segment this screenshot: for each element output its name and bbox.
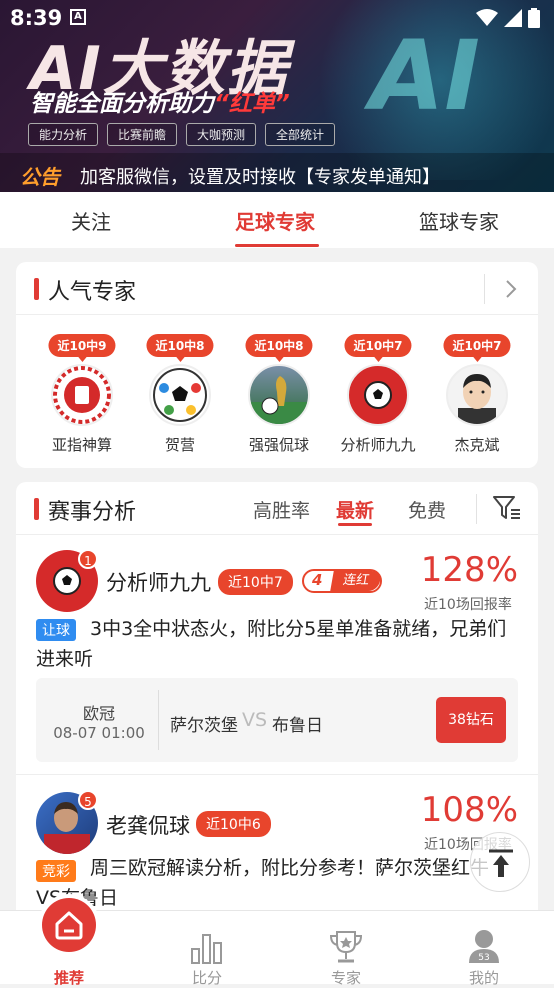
avatar (248, 364, 310, 426)
record-pill: 近10中7 (218, 569, 293, 595)
chevron-right-icon[interactable] (504, 278, 518, 300)
back-to-top-button[interactable] (470, 832, 530, 892)
status-icons (476, 8, 540, 28)
return-rate: 128% (420, 550, 518, 590)
battery-icon (528, 8, 540, 28)
popular-experts-title: 人气专家 (48, 280, 137, 305)
notice-text: 加客服微信，设置及时接收【专家发单通知】 (80, 167, 440, 188)
vs-label: VS (242, 709, 268, 731)
divider (16, 774, 538, 775)
away-team: 布鲁日 (272, 716, 323, 736)
man-portrait-icon (458, 374, 496, 424)
nav-label: 推荐 (53, 969, 84, 987)
tab-latest[interactable]: 最新 (336, 496, 374, 523)
popular-experts-card: 人气专家 近10中9 亚指神算 近10中8 贺营 近10中8 强强侃球 近10中… (16, 262, 538, 468)
home-icon (55, 911, 83, 940)
expert-record-badge: 近10中9 (48, 334, 116, 362)
divider (16, 314, 538, 315)
post-description: 3中3全中状态火，附比分5星单准备就绪，兄弟们进来听 (36, 618, 507, 670)
streak-badge: 4 连红 (302, 569, 382, 593)
notice-bar[interactable]: 公告 加客服微信，设置及时接收【专家发单通知】 (0, 153, 554, 192)
fu-seal-icon (53, 366, 111, 424)
active-tab-indicator (235, 244, 319, 247)
tab-high-win-rate[interactable]: 高胜率 (253, 496, 310, 523)
section-marker (34, 498, 39, 520)
world-cup-trophy-icon (250, 376, 308, 424)
nav-label: 专家 (330, 969, 361, 987)
banner-chip: 比赛前瞻 (107, 123, 178, 146)
divider (16, 534, 538, 535)
streak-count: 4 (312, 571, 323, 589)
league-name: 欧冠 (82, 704, 115, 723)
match-time: 08-07 01:00 (53, 724, 145, 742)
expert-name: 分析师九九 (106, 571, 211, 595)
home-team: 萨尔茨堡 (170, 716, 238, 736)
avatar (51, 364, 113, 426)
arrow-up-icon (489, 849, 513, 877)
expert-name: 强强侃球 (248, 436, 309, 454)
user-level-badge: 53 (478, 953, 490, 963)
expert-record-badge: 近10中8 (245, 334, 313, 362)
nav-label: 我的 (468, 969, 499, 987)
notice-tag: 公告 (20, 165, 60, 189)
tab-football-experts[interactable]: 足球专家 (235, 206, 315, 235)
expert-record-badge: 近10中7 (443, 334, 511, 362)
divider (158, 690, 159, 750)
expert-item[interactable]: 近10中7 杰克斌 (427, 334, 527, 454)
rank-badge: 1 (78, 549, 98, 569)
expert-name: 贺营 (164, 436, 195, 454)
avatar (446, 364, 508, 426)
nav-label: 比分 (191, 969, 222, 987)
soccer-ball-icon (364, 381, 392, 409)
expert-item[interactable]: 近10中7 分析师九九 (328, 334, 428, 454)
price-button[interactable]: 38钻石 (436, 697, 506, 743)
match-analysis-title: 赛事分析 (48, 500, 137, 525)
chart-icon (191, 934, 222, 964)
signal-icon (504, 9, 522, 27)
banner-chip: 全部统计 (265, 123, 336, 146)
trophy-icon (329, 931, 363, 963)
banner-subtitle-highlight: “红单” (214, 91, 290, 117)
expert-record-badge: 近10中7 (344, 334, 412, 362)
banner-chip: 大咖预测 (186, 123, 257, 146)
expert-item[interactable]: 近10中9 亚指神算 (32, 334, 132, 454)
expert-name: 分析师九九 (340, 436, 416, 454)
expert-record-badge: 近10中8 (146, 334, 214, 362)
avatar (347, 364, 409, 426)
avatar (149, 364, 211, 426)
banner-chip: 能力分析 (28, 123, 99, 146)
record-pill: 近10中6 (196, 811, 271, 837)
return-rate: 108% (420, 790, 518, 830)
divider (476, 494, 477, 524)
expert-item[interactable]: 近10中8 贺营 (130, 334, 230, 454)
home-button[interactable] (42, 898, 96, 952)
filter-icon[interactable] (492, 494, 522, 522)
expert-item[interactable]: 近10中8 强强侃球 (229, 334, 329, 454)
active-sub-tab-indicator (338, 523, 372, 526)
divider (484, 274, 485, 304)
streak-label: 连红 (330, 571, 382, 591)
tab-free[interactable]: 免费 (408, 496, 446, 523)
expert-name: 杰克斌 (454, 436, 500, 454)
ai-logo-mark: AI (370, 20, 481, 132)
banner-chips: 能力分析 比赛前瞻 大咖预测 全部统计 (28, 123, 336, 146)
expert-name: 亚指神算 (51, 436, 112, 454)
expert-name: 老龚侃球 (106, 814, 190, 838)
banner-subtitle: 智能全面分析助力“红单” (30, 84, 290, 118)
section-marker (34, 278, 39, 300)
rank-badge: 5 (78, 790, 98, 810)
tab-basketball-experts[interactable]: 篮球专家 (419, 206, 499, 235)
post-description: 周三欧冠解读分析，附比分参考！萨尔茨堡红牛VS布鲁日 (36, 857, 490, 908)
soccer-ball-icon (153, 368, 207, 422)
expert-category-tabs: 关注 足球专家 篮球专家 (0, 192, 554, 248)
tab-follow[interactable]: 关注 (71, 206, 111, 235)
return-rate-label: 近10场回报率 (424, 597, 512, 613)
banner-subtitle-prefix: 智能全面分析助力 (30, 91, 214, 117)
promo-banner[interactable]: 8:39 A AI AI大数据 智能全面分析助力“红单” 能力分析 比赛前瞻 大… (0, 0, 554, 192)
